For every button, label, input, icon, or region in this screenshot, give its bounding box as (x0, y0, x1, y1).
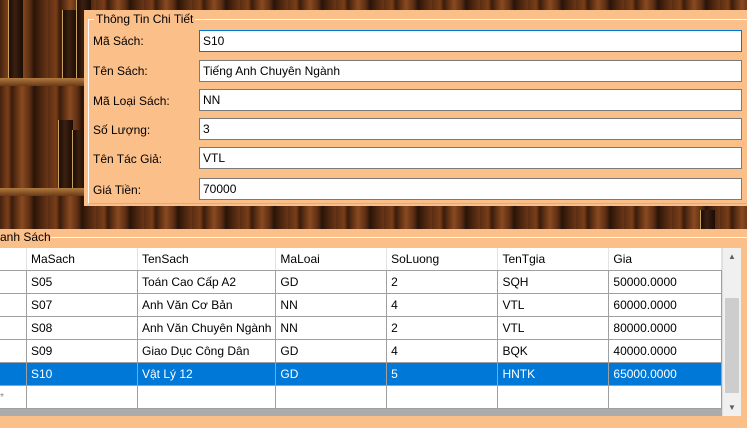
ten-sach-input[interactable]: Tiếng Anh Chuyên Ngành (199, 60, 742, 82)
cell-masach[interactable]: S08 (26, 316, 138, 340)
cell-maloai[interactable]: NN (275, 293, 388, 317)
cell-maloai[interactable]: GD (275, 362, 388, 386)
details-legend: Thông Tin Chi Tiết (94, 12, 196, 26)
so-luong-label: Số Lượng: (93, 123, 151, 137)
table-header-row: MaSach TenSach MaLoai SoLuong TenTgia Gi… (0, 248, 722, 271)
scroll-thumb[interactable] (725, 298, 739, 393)
row-selector[interactable] (0, 362, 27, 386)
table-row[interactable]: S08 Anh Văn Chuyên Ngành NN 2 VTL 80000.… (0, 316, 722, 340)
cell-tensach[interactable] (137, 385, 277, 409)
vertical-scrollbar[interactable]: ▲ ▼ (722, 248, 741, 416)
cell-masach[interactable]: S05 (26, 270, 138, 294)
table-row[interactable]: S09 Giao Dục Công Dân GD 4 BQK 40000.000… (0, 339, 722, 363)
cell-gia[interactable]: 60000.0000 (608, 293, 722, 317)
cell-soluong[interactable]: 5 (386, 362, 499, 386)
ten-sach-label: Tên Sách: (93, 64, 148, 78)
cell-gia[interactable]: 80000.0000 (608, 316, 722, 340)
gia-tien-input[interactable]: 70000 (199, 178, 742, 200)
cell-maloai[interactable] (275, 385, 388, 409)
cell-soluong[interactable]: 2 (386, 270, 499, 294)
gia-tien-label: Giá Tiền: (93, 183, 142, 197)
cell-gia[interactable] (608, 385, 722, 409)
book-datagrid[interactable]: MaSach TenSach MaLoai SoLuong TenTgia Gi… (0, 248, 722, 416)
cell-soluong[interactable]: 4 (386, 293, 499, 317)
list-legend: anh Sách (0, 230, 51, 244)
cell-gia[interactable]: 40000.0000 (608, 339, 722, 363)
row-selector[interactable] (0, 316, 27, 340)
row-selector[interactable] (0, 270, 27, 294)
scroll-up-arrow-icon[interactable]: ▲ (723, 248, 741, 265)
cell-tentgia[interactable]: BQK (497, 339, 610, 363)
cell-tentgia[interactable] (497, 385, 610, 409)
column-header-masach[interactable]: MaSach (26, 248, 138, 271)
ma-loai-sach-label: Mã Loại Sách: (93, 94, 170, 108)
table-row[interactable]: S05 Toán Cao Cấp A2 GD 2 SQH 50000.0000 (0, 270, 722, 294)
table-row[interactable]: S07 Anh Văn Cơ Bản NN 4 VTL 60000.0000 (0, 293, 722, 317)
scroll-down-arrow-icon[interactable]: ▼ (723, 399, 741, 416)
new-row-marker: * (0, 385, 27, 409)
column-header-soluong[interactable]: SoLuong (386, 248, 499, 271)
cell-gia[interactable]: 65000.0000 (608, 362, 722, 386)
book-spine (62, 10, 77, 78)
cell-masach[interactable]: S10 (26, 362, 138, 386)
column-header-tensach[interactable]: TenSach (137, 248, 277, 271)
cell-masach[interactable]: S09 (26, 339, 138, 363)
table-new-row[interactable]: * (0, 385, 722, 409)
book-spine (8, 0, 23, 78)
cell-tensach[interactable]: Anh Văn Cơ Bản (137, 293, 277, 317)
ma-loai-sach-input[interactable]: NN (199, 89, 742, 111)
cell-soluong[interactable]: 2 (386, 316, 499, 340)
ma-sach-input[interactable]: S10 (199, 30, 742, 52)
book-spine (58, 120, 73, 188)
ten-tac-gia-label: Tên Tác Giả: (93, 152, 163, 166)
cell-tentgia[interactable]: VTL (497, 316, 610, 340)
column-header-tentgia[interactable]: TenTgia (497, 248, 610, 271)
cell-tensach[interactable]: Anh Văn Chuyên Ngành (137, 316, 277, 340)
table-row-selected[interactable]: S10 Vật Lý 12 GD 5 HNTK 65000.0000 (0, 362, 722, 386)
details-groupbox: Thông Tin Chi Tiết Mã Sách: S10 Tên Sách… (84, 10, 747, 206)
cell-tensach[interactable]: Toán Cao Cấp A2 (137, 270, 277, 294)
cell-masach[interactable]: S07 (26, 293, 138, 317)
cell-tentgia[interactable]: HNTK (497, 362, 610, 386)
cell-maloai[interactable]: NN (275, 316, 388, 340)
cell-tentgia[interactable]: SQH (497, 270, 610, 294)
cell-tentgia[interactable]: VTL (497, 293, 610, 317)
book-table: MaSach TenSach MaLoai SoLuong TenTgia Gi… (0, 248, 722, 409)
cell-maloai[interactable]: GD (275, 339, 388, 363)
book-list-groupbox: anh Sách MaSach TenSach MaLoai SoLuong T… (0, 229, 747, 428)
column-header-gia[interactable]: Gia (608, 248, 722, 271)
ma-sach-label: Mã Sách: (93, 34, 144, 48)
cell-masach[interactable] (26, 385, 138, 409)
cell-soluong[interactable] (386, 385, 499, 409)
book-spine (700, 210, 715, 229)
cell-gia[interactable]: 50000.0000 (608, 270, 722, 294)
cell-tensach[interactable]: Giao Dục Công Dân (137, 339, 277, 363)
row-selector[interactable] (0, 339, 27, 363)
row-selector[interactable] (0, 293, 27, 317)
cell-maloai[interactable]: GD (275, 270, 388, 294)
so-luong-input[interactable]: 3 (199, 118, 742, 140)
header-row-selector (0, 248, 27, 271)
ten-tac-gia-input[interactable]: VTL (199, 147, 742, 169)
column-header-maloai[interactable]: MaLoai (275, 248, 388, 271)
cell-tensach[interactable]: Vật Lý 12 (137, 362, 277, 386)
cell-soluong[interactable]: 4 (386, 339, 499, 363)
